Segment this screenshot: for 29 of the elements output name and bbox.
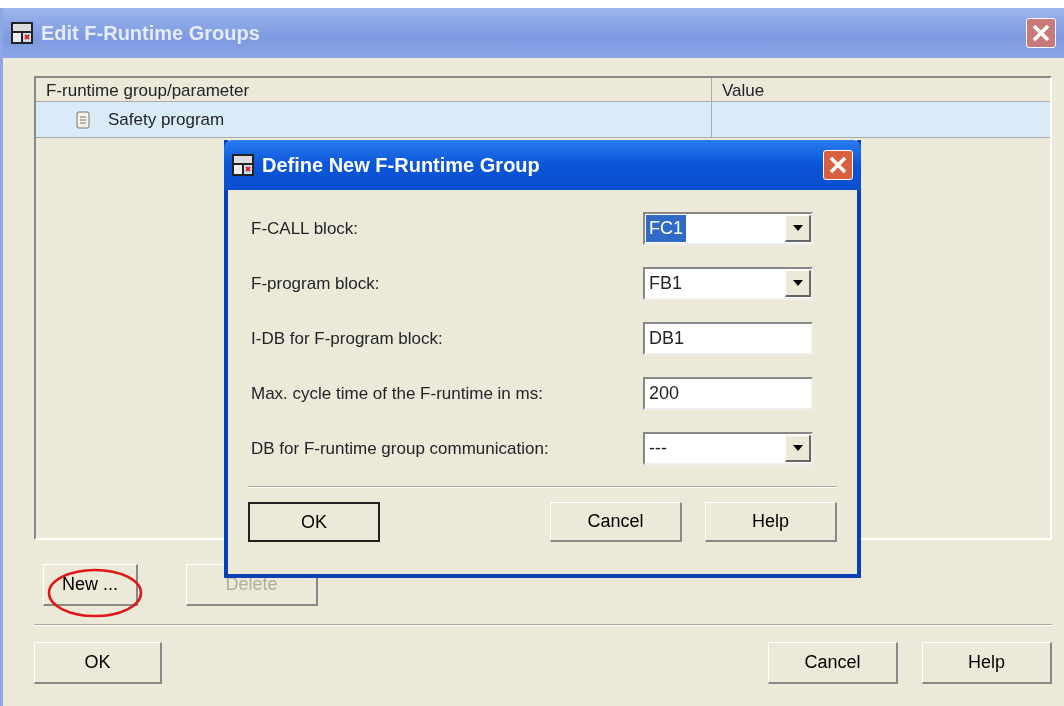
dropdown[interactable]: FB1 bbox=[643, 267, 813, 300]
input-field[interactable]: 200 bbox=[643, 377, 813, 410]
table-row[interactable]: Safety program bbox=[36, 102, 1050, 138]
window-title: Edit F-Runtime Groups bbox=[41, 21, 260, 46]
ok-button[interactable]: OK bbox=[248, 502, 380, 542]
dropdown[interactable]: FC1 bbox=[643, 212, 813, 245]
dropdown[interactable]: --- bbox=[643, 432, 813, 465]
app-icon bbox=[232, 154, 254, 176]
field-label: Max. cycle time of the F-runtime in ms: bbox=[250, 382, 544, 405]
ok-button[interactable]: OK bbox=[34, 642, 162, 684]
column-header[interactable]: F-runtime group/parameter bbox=[36, 78, 712, 101]
field-label: I-DB for F-program block: bbox=[250, 327, 444, 350]
window-title: Define New F-Runtime Group bbox=[262, 153, 540, 178]
cancel-button[interactable]: Cancel bbox=[768, 642, 898, 684]
input-field[interactable]: DB1 bbox=[643, 322, 813, 355]
field-label: F-CALL block: bbox=[250, 217, 360, 240]
field-label: DB for F-runtime group communication: bbox=[250, 437, 550, 460]
column-header[interactable]: Value bbox=[712, 78, 1050, 101]
app-icon bbox=[11, 22, 33, 44]
new-button[interactable]: New ... bbox=[43, 564, 138, 606]
row-label: Safety program bbox=[108, 108, 225, 131]
close-icon bbox=[828, 155, 848, 175]
close-button[interactable] bbox=[823, 150, 853, 180]
cancel-button[interactable]: Cancel bbox=[550, 502, 682, 542]
close-icon bbox=[1031, 23, 1051, 43]
field-label: F-program block: bbox=[250, 272, 381, 295]
help-button[interactable]: Help bbox=[705, 502, 837, 542]
document-icon bbox=[76, 110, 90, 129]
help-button[interactable]: Help bbox=[922, 642, 1052, 684]
